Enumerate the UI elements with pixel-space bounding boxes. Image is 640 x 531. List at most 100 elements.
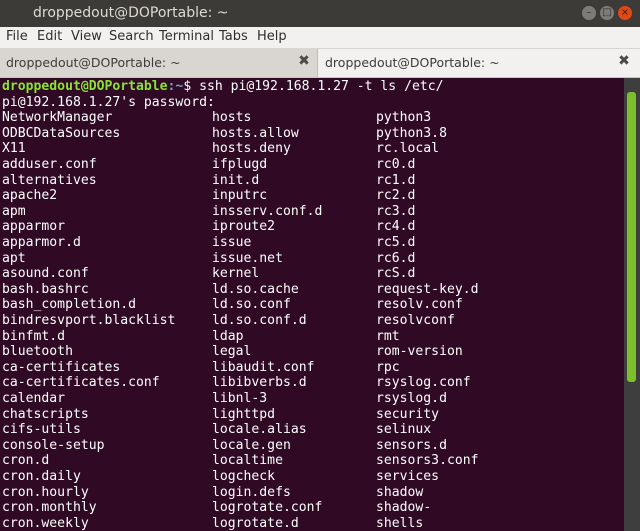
listing-entry: rmt (376, 328, 400, 344)
listing-entry: selinux (376, 422, 432, 438)
command-text: ssh pi@192.168.1.27 -t ls /etc/ (199, 79, 444, 94)
listing-entry: sensors3.conf (376, 453, 479, 469)
listing-entry: rc4.d (376, 219, 416, 235)
listing-entry: apparmor (2, 219, 66, 235)
menu-bar: File Edit View Search Terminal Tabs Help (0, 27, 640, 49)
listing-entry: hosts (212, 110, 252, 126)
password-prompt: pi@192.168.1.27's password: (2, 94, 215, 110)
listing-entry: ld.so.conf (212, 297, 291, 313)
maximize-icon[interactable]: □ (600, 6, 614, 20)
listing-entry: cron.d (2, 453, 50, 469)
listing-entry: rc3.d (376, 203, 416, 219)
listing-entry: libnl-3 (212, 391, 268, 406)
listing-entry: legal (212, 344, 252, 360)
listing-entry: locale.gen (212, 437, 291, 453)
listing-entry: cifs-utils (2, 422, 81, 438)
listing-entry: python3 (376, 110, 432, 126)
listing-entry: sensors.d (376, 437, 447, 453)
prompt-path: :~ (167, 79, 184, 94)
window-title: droppedout@DOPortable: ~ (33, 5, 229, 21)
listing-entry: bash.bashrc (2, 281, 89, 297)
listing-entry: X11 (2, 141, 26, 157)
listing-entry: rc1.d (376, 172, 416, 188)
listing-entry: security (376, 406, 440, 422)
listing-entry: cron.weekly (2, 515, 89, 531)
listing-entry: resolvconf (376, 313, 455, 328)
listing-entry: localtime (212, 453, 283, 469)
scrollbar[interactable] (624, 78, 640, 531)
listing-entry: libibverbs.d (212, 375, 307, 391)
close-icon[interactable]: × (618, 6, 632, 20)
listing-entry: rcS.d (376, 266, 416, 282)
terminal-output[interactable]: droppedout@DOPortable:~$ ssh pi@192.168.… (0, 78, 624, 531)
minimize-icon[interactable]: – (582, 6, 596, 20)
menu-edit[interactable]: Edit (37, 29, 62, 44)
listing-entry: cron.monthly (2, 500, 97, 516)
listing-entry: ld.so.cache (212, 281, 299, 297)
listing-entry: python3.8 (376, 125, 447, 141)
command-line: droppedout@DOPortable:~$ ssh pi@192.168.… (2, 79, 444, 95)
listing-entry: apparmor.d (2, 235, 81, 250)
listing-entry: issue (212, 235, 252, 250)
listing-entry: chatscripts (2, 406, 89, 422)
tab-bar: droppedout@DOPortable: ~ ✖ droppedout@DO… (0, 49, 640, 78)
menu-search[interactable]: Search (109, 29, 154, 44)
menu-file[interactable]: File (6, 29, 28, 44)
listing-entry: inputrc (212, 188, 268, 204)
tab-2-close-icon[interactable]: ✖ (616, 53, 632, 69)
listing-entry: rpc (376, 359, 400, 375)
listing-entry: hosts.deny (212, 141, 291, 157)
listing-entry: kernel (212, 266, 260, 282)
listing-entry: rc2.d (376, 188, 416, 204)
tab-1[interactable]: droppedout@DOPortable: ~ ✖ (0, 49, 318, 77)
listing-entry: rsyslog.conf (376, 375, 471, 391)
listing-entry: rsyslog.d (376, 391, 447, 406)
tab-2[interactable]: droppedout@DOPortable: ~ ✖ (318, 49, 640, 77)
listing-entry: adduser.conf (2, 157, 97, 172)
listing-entry: ODBCDataSources (2, 125, 121, 141)
listing-entry: bluetooth (2, 344, 73, 360)
listing-entry: bindresvport.blacklist (2, 313, 176, 328)
listing-entry: iproute2 (212, 219, 276, 235)
listing-entry: shadow- (376, 500, 432, 516)
scrollbar-thumb[interactable] (627, 92, 636, 382)
listing-entry: cron.hourly (2, 484, 89, 500)
listing-entry: ca-certificates.conf (2, 375, 160, 391)
title-bar[interactable]: droppedout@DOPortable: ~ – □ × (0, 0, 640, 27)
tab-1-label: droppedout@DOPortable: ~ (6, 55, 181, 70)
listing-entry: shells (376, 515, 424, 531)
tab-2-label: droppedout@DOPortable: ~ (325, 55, 500, 70)
listing-entry: lighttpd (212, 406, 276, 422)
menu-tabs[interactable]: Tabs (219, 29, 248, 44)
listing-entry: apm (2, 203, 26, 219)
tab-1-close-icon[interactable]: ✖ (296, 53, 312, 69)
listing-entry: asound.conf (2, 266, 89, 282)
listing-entry: bash_completion.d (2, 297, 137, 313)
listing-entry: alternatives (2, 172, 97, 188)
listing-entry: logrotate.d (212, 515, 299, 531)
menu-help[interactable]: Help (257, 29, 287, 44)
listing-entry: shadow (376, 484, 424, 500)
listing-entry: rc.local (376, 141, 440, 157)
listing-entry: libaudit.conf (212, 359, 315, 375)
menu-terminal[interactable]: Terminal (159, 29, 214, 44)
listing-entry: binfmt.d (2, 328, 66, 344)
terminal-window: droppedout@DOPortable: ~ – □ × File Edit… (0, 0, 640, 531)
listing-entry: rc0.d (376, 157, 416, 172)
listing-entry: ld.so.conf.d (212, 313, 307, 328)
listing-entry: init.d (212, 172, 260, 188)
prompt-user: droppedout@DOPortable (2, 79, 168, 94)
menu-view[interactable]: View (71, 29, 102, 44)
listing-entry: insserv.conf.d (212, 203, 323, 219)
listing-entry: ca-certificates (2, 359, 121, 375)
listing-entry: request-key.d (376, 281, 479, 297)
listing-entry: cron.daily (2, 469, 81, 484)
prompt-symbol: $ (183, 79, 200, 94)
listing-entry: logrotate.conf (212, 500, 323, 516)
listing-entry: locale.alias (212, 422, 307, 438)
listing-entry: services (376, 469, 440, 484)
listing-entry: rc5.d (376, 235, 416, 250)
listing-entry: rc6.d (376, 250, 416, 266)
listing-entry: ifplugd (212, 157, 268, 172)
listing-entry: apache2 (2, 188, 58, 204)
